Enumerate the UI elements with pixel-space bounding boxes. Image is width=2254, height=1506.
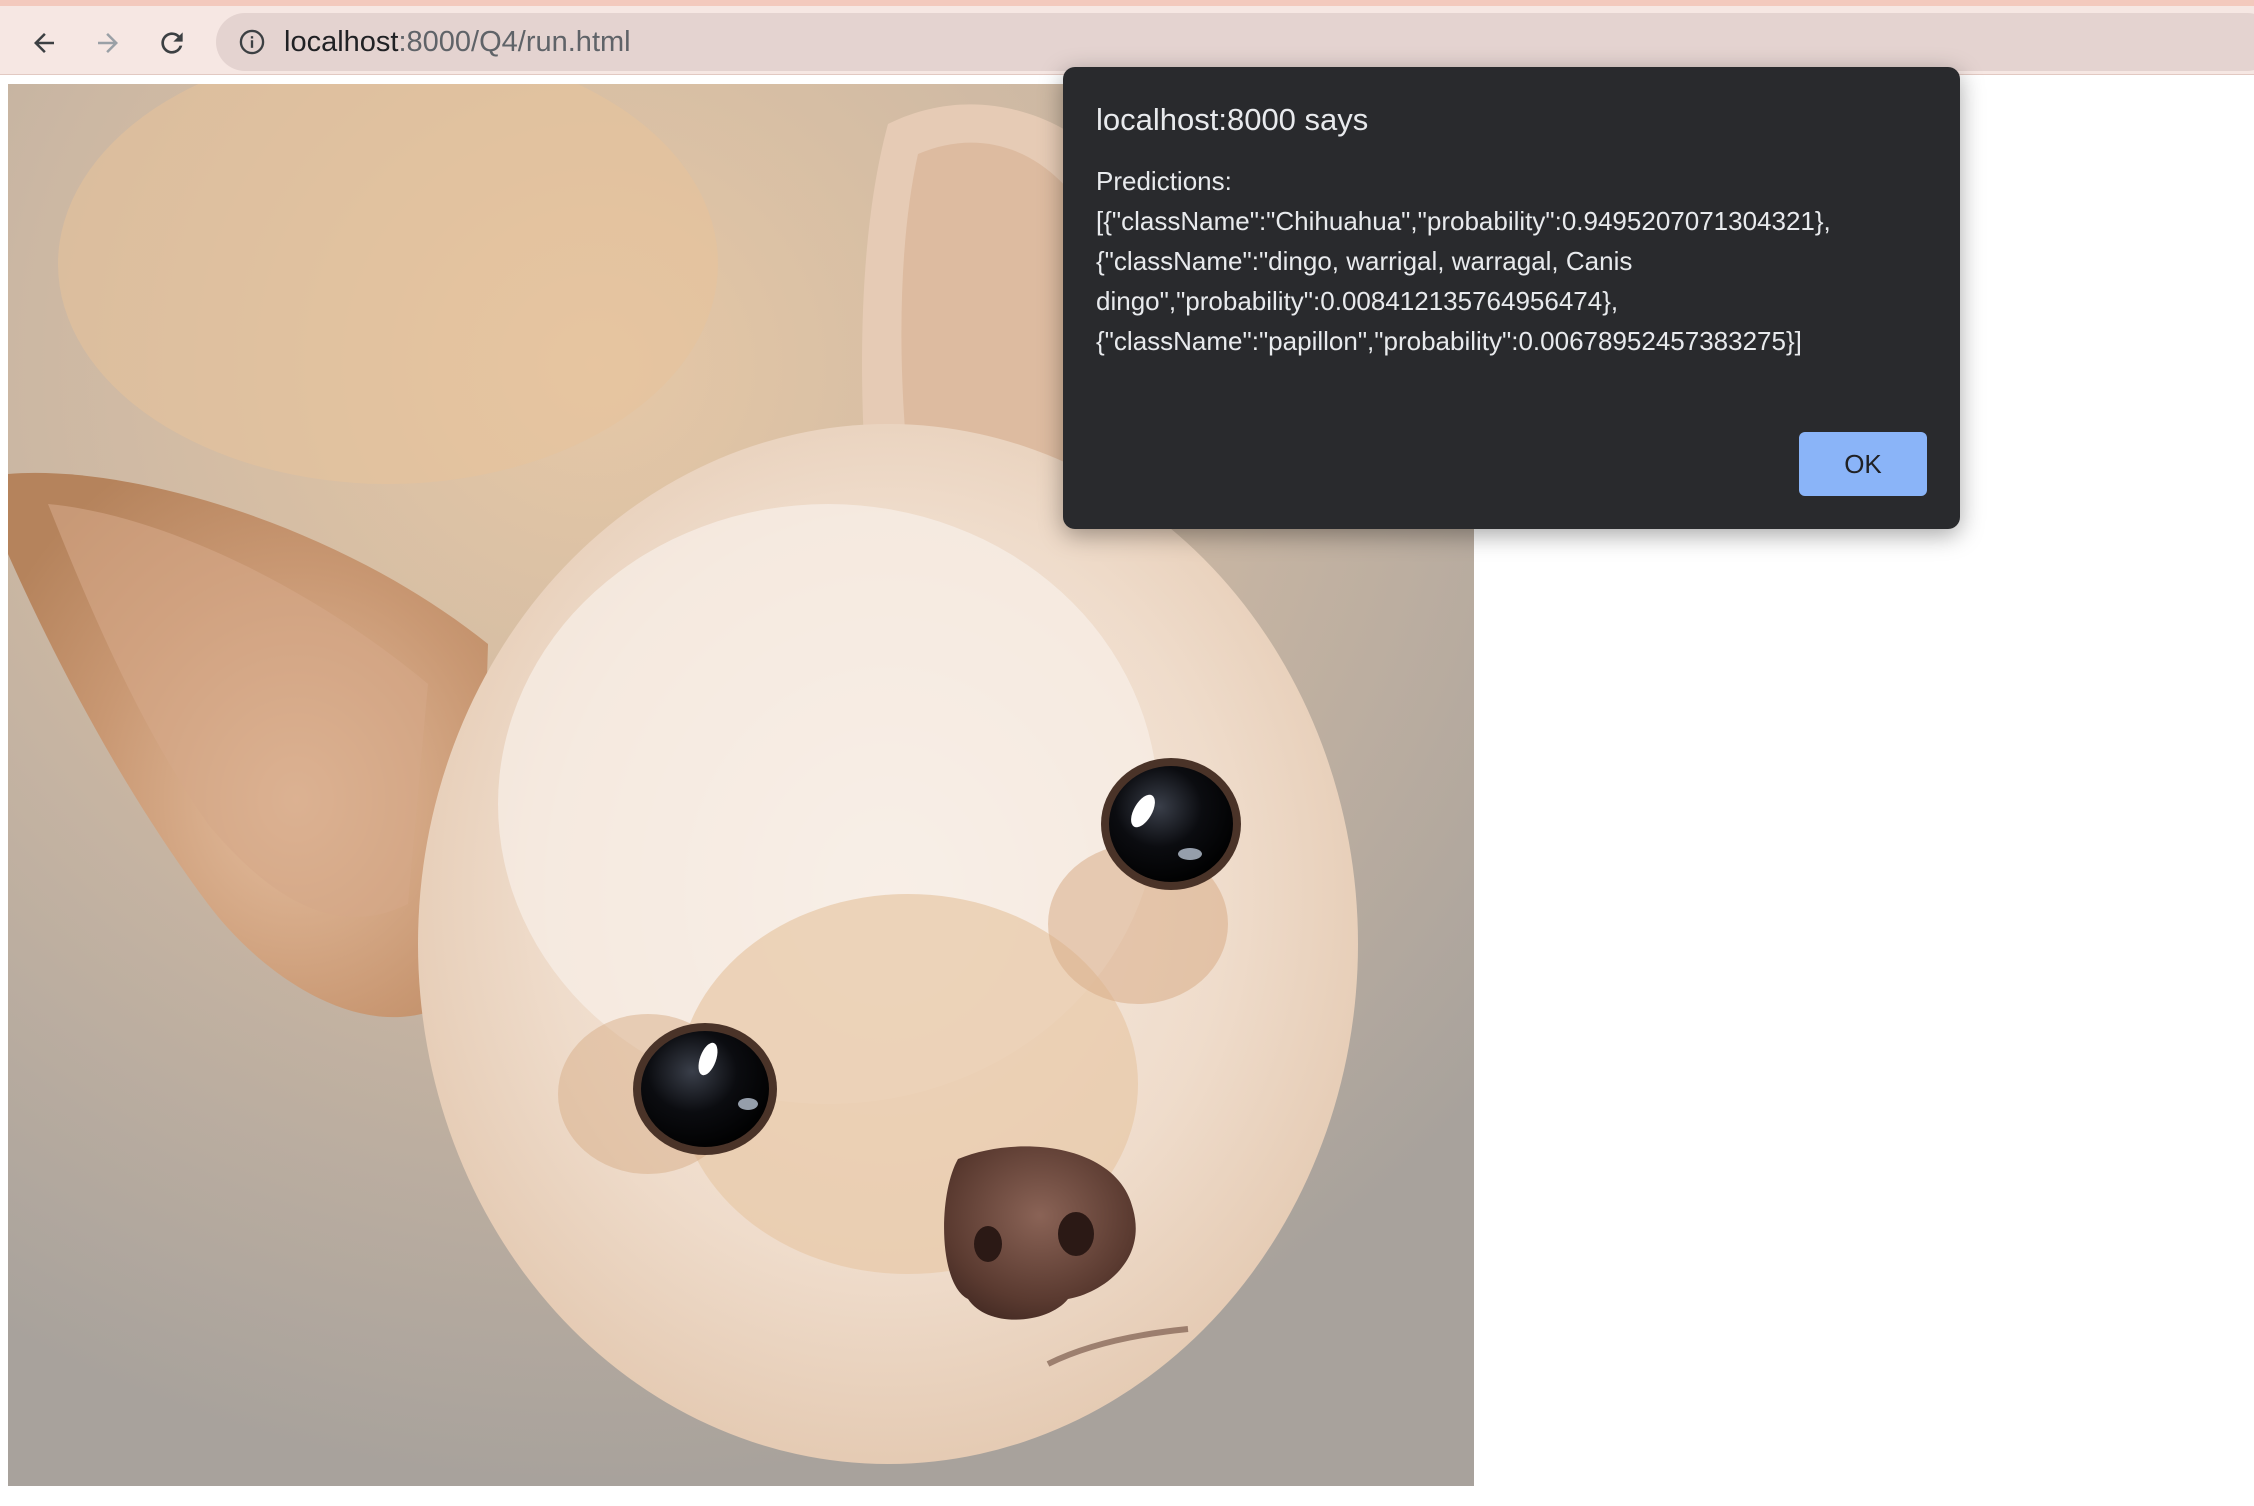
url-host: localhost — [284, 26, 399, 58]
dialog-message: Predictions: [{"className":"Chihuahua","… — [1096, 166, 1831, 356]
address-bar[interactable]: localhost:8000/Q4/run.html — [216, 13, 2254, 71]
forward-arrow-icon — [98, 33, 118, 53]
back-arrow-icon — [34, 33, 54, 53]
info-icon[interactable] — [238, 28, 266, 56]
reload-button[interactable] — [149, 20, 195, 66]
ok-button[interactable]: OK — [1799, 432, 1927, 496]
browser-toolbar: localhost:8000/Q4/run.html — [0, 0, 2254, 75]
dialog-title: localhost:8000 says — [1096, 102, 1369, 137]
alert-dialog: localhost:8000 says Predictions: [{"clas… — [1063, 67, 1960, 529]
reload-icon — [161, 32, 183, 54]
url-path: :8000/Q4/run.html — [398, 26, 631, 58]
forward-button[interactable] — [85, 20, 131, 66]
url-text[interactable]: localhost:8000/Q4/run.html — [284, 26, 631, 58]
back-button[interactable] — [21, 20, 67, 66]
